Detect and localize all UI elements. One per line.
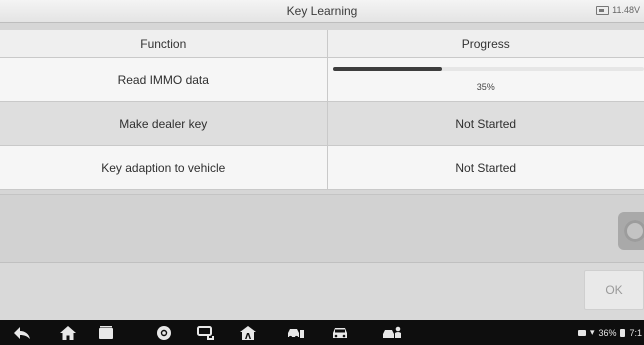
column-header-function: Function <box>0 30 328 57</box>
service-icon[interactable] <box>378 320 406 345</box>
home-icon[interactable] <box>54 320 82 345</box>
ok-button[interactable]: OK <box>584 270 644 310</box>
clock: 7:1 <box>629 327 642 338</box>
vehicle-voltage: 11.48V <box>596 5 640 15</box>
page-title: Key Learning <box>286 4 358 18</box>
bottom-toolbar <box>0 262 644 320</box>
table-header: Function Progress <box>0 30 644 58</box>
vci-icon[interactable] <box>192 320 220 345</box>
progress-bar <box>332 67 644 73</box>
wifi-icon: ▾ <box>589 327 595 337</box>
function-cell: Key adaption to vehicle <box>0 146 328 189</box>
table-row[interactable]: Read IMMO data 35% <box>0 58 644 102</box>
status-area: ▾ 36% 7:1 <box>577 327 642 338</box>
message-icon <box>577 329 586 336</box>
battery-icon <box>596 5 610 15</box>
autel-home-icon[interactable] <box>234 320 262 345</box>
column-header-progress: Progress <box>461 36 510 51</box>
back-icon[interactable] <box>8 320 36 345</box>
recent-apps-icon[interactable] <box>92 320 120 345</box>
car-icon[interactable] <box>326 320 354 345</box>
progress-cell: Not Started <box>455 160 517 175</box>
empty-area <box>0 194 644 263</box>
progress-percent: 35% <box>476 82 495 92</box>
browser-icon[interactable] <box>150 320 178 345</box>
title-bar: Key Learning 11.48V <box>0 0 644 23</box>
floating-menu-icon[interactable] <box>618 212 644 250</box>
voltage-text: 11.48V <box>612 5 640 15</box>
progress-fill <box>332 67 442 71</box>
key-learning-table: Function Progress Read IMMO data 35% Mak… <box>0 30 644 190</box>
system-navigation-bar: ▾ 36% 7:1 <box>0 320 644 345</box>
battery-status-icon <box>620 328 626 337</box>
battery-percent: 36% <box>598 327 617 338</box>
function-cell: Make dealer key <box>0 102 328 145</box>
function-cell: Read IMMO data <box>0 58 328 101</box>
progress-cell: 35% <box>328 58 644 101</box>
vehicle-diagnostics-icon[interactable] <box>282 320 310 345</box>
table-row[interactable]: Key adaption to vehicle Not Started <box>0 146 644 190</box>
table-row[interactable]: Make dealer key Not Started <box>0 102 644 146</box>
progress-cell: Not Started <box>455 116 517 131</box>
